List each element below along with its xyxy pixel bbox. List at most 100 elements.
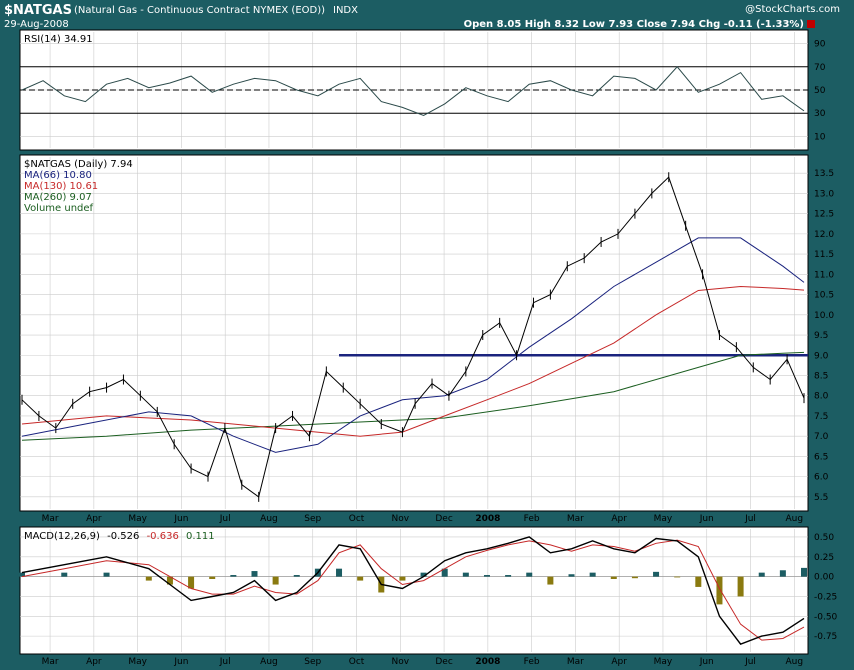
chg-down-marker <box>807 20 815 28</box>
y-tick-label: 6.0 <box>814 473 829 483</box>
month-tick-label: Feb <box>524 657 540 667</box>
month-tick-label: Jul <box>744 514 756 524</box>
month-tick-label: Oct <box>349 657 365 667</box>
month-tick-label: Dec <box>435 657 452 667</box>
macd-histogram-bar <box>589 572 596 577</box>
y-tick-label: -0.75 <box>814 632 837 642</box>
month-tick-label: Jun <box>699 657 714 667</box>
month-tick-label: Jul <box>219 514 231 524</box>
symbol-description: (Natural Gas - Continuous Contract NYMEX… <box>74 5 325 16</box>
macd-histogram-bar <box>674 576 681 578</box>
price-legend-ma260: MA(260) 9.07 <box>24 192 92 203</box>
macd-histogram-bar <box>631 576 638 579</box>
quote-line: Open 8.05 High 8.32 Low 7.93 Close 7.94 … <box>464 19 804 30</box>
chart-date: 29-Aug-2008 <box>4 19 69 30</box>
y-tick-label: -0.50 <box>814 612 838 622</box>
y-tick-label: 13.0 <box>814 189 834 199</box>
macd-histogram-bar <box>505 575 512 577</box>
macd-histogram-bar <box>653 571 660 577</box>
y-tick-label: 70 <box>814 63 826 73</box>
macd-histogram-bar <box>251 571 258 577</box>
y-tick-label: 8.5 <box>814 371 828 381</box>
month-tick-label: May <box>654 657 673 667</box>
y-tick-label: 50 <box>814 86 826 96</box>
month-tick-label: Mar <box>42 514 59 524</box>
macd-legend-hist: 0.111 <box>186 531 215 542</box>
macd-histogram-bar <box>610 576 617 579</box>
y-tick-label: 0.00 <box>814 573 834 583</box>
price-legend-ma130: MA(130) 10.61 <box>24 181 98 192</box>
y-tick-label: 13.5 <box>814 169 834 179</box>
macd-legend-prefix: MACD(12,26,9) <box>24 531 100 542</box>
month-tick-label: Jun <box>173 657 188 667</box>
month-tick-label: Apr <box>611 657 627 667</box>
macd-histogram-bar <box>399 576 406 581</box>
month-tick-label: 2008 <box>475 514 500 524</box>
price-legend-volume: Volume undef <box>24 203 94 214</box>
month-tick-label: Jul <box>219 657 231 667</box>
month-tick-label: Mar <box>567 514 584 524</box>
macd-histogram-bar <box>188 576 195 589</box>
month-tick-label: Sep <box>304 657 321 667</box>
macd-histogram-bar <box>336 568 343 577</box>
macd-panel <box>19 526 809 655</box>
month-tick-label: Apr <box>86 514 102 524</box>
month-tick-label: May <box>128 514 147 524</box>
month-tick-label: Dec <box>435 514 452 524</box>
y-tick-label: 11.0 <box>814 270 834 280</box>
macd-histogram-bar <box>758 572 765 577</box>
y-tick-label: 90 <box>814 40 826 50</box>
month-tick-label: Jun <box>173 514 188 524</box>
macd-histogram-bar <box>483 575 490 577</box>
y-tick-label: 11.5 <box>814 250 834 260</box>
y-tick-label: 10.5 <box>814 291 834 301</box>
y-tick-label: 5.5 <box>814 493 828 503</box>
month-tick-label: Mar <box>42 657 59 667</box>
macd-histogram-bar <box>526 572 533 577</box>
y-tick-label: 12.5 <box>814 210 834 220</box>
rsi-legend: RSI(14) 34.91 <box>24 34 93 45</box>
month-tick-label: Apr <box>86 657 102 667</box>
copyright-label: @StockCharts.com <box>745 4 840 15</box>
month-tick-label: Nov <box>392 514 410 524</box>
macd-histogram-bar <box>547 576 554 585</box>
price-panel <box>19 154 809 512</box>
month-tick-label: Apr <box>611 514 627 524</box>
month-tick-label: May <box>654 514 673 524</box>
month-tick-label: 2008 <box>475 657 500 667</box>
month-tick-label: Aug <box>786 514 804 524</box>
symbol-title: $NATGAS <box>4 3 72 18</box>
macd-histogram-bar <box>779 570 786 577</box>
month-tick-label: Sep <box>304 514 321 524</box>
macd-histogram-bar <box>145 576 152 581</box>
macd-legend: MACD(12,26,9) -0.526 -0.636 0.111 <box>24 531 215 542</box>
price-legend-symbol: $NATGAS (Daily) 7.94 <box>24 159 133 170</box>
y-tick-label: 0.50 <box>814 533 834 543</box>
y-tick-label: -0.25 <box>814 592 837 602</box>
month-tick-label: Mar <box>567 657 584 667</box>
month-tick-label: Oct <box>349 514 365 524</box>
y-tick-label: 9.0 <box>814 351 829 361</box>
macd-histogram-bar <box>61 572 68 577</box>
y-tick-label: 12.0 <box>814 230 834 240</box>
macd-histogram-bar <box>462 572 469 577</box>
macd-histogram-bar <box>568 574 575 577</box>
macd-histogram-bar <box>272 576 279 585</box>
macd-histogram-bar <box>209 576 216 579</box>
y-tick-label: 10 <box>814 132 826 142</box>
month-tick-label: Jul <box>744 657 756 667</box>
y-tick-label: 6.5 <box>814 452 828 462</box>
macd-histogram-bar <box>357 576 364 581</box>
exchange-label: INDX <box>333 5 358 16</box>
month-tick-label: Jun <box>699 514 714 524</box>
macd-histogram-bar <box>230 575 237 577</box>
macd-legend-macd: -0.526 <box>107 531 139 542</box>
macd-histogram-bar <box>716 576 723 605</box>
y-tick-label: 7.0 <box>814 432 829 442</box>
y-tick-label: 9.5 <box>814 331 828 341</box>
macd-histogram-bar <box>801 567 807 577</box>
y-tick-label: 0.25 <box>814 553 834 563</box>
price-legend-ma66: MA(66) 10.80 <box>24 170 92 181</box>
y-tick-label: 7.5 <box>814 412 828 422</box>
macd-histogram-bar <box>695 576 702 587</box>
